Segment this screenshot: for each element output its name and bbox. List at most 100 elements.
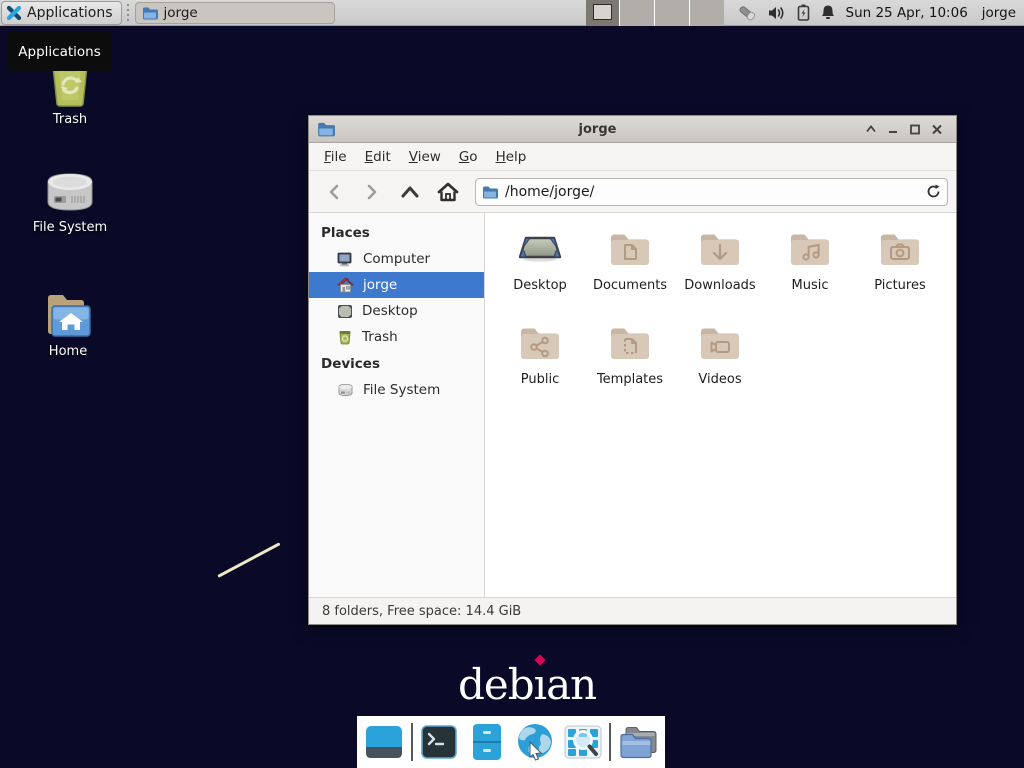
location-input[interactable]: /home/jorge/ — [505, 184, 919, 200]
file-label: Music — [792, 278, 829, 293]
window-content: Places Computer jorge — [309, 213, 956, 597]
sidebar-item-home-jorge[interactable]: jorge — [309, 272, 484, 298]
file-label: Public — [521, 372, 559, 387]
public-folder-icon — [516, 319, 564, 367]
home-button[interactable] — [431, 177, 465, 207]
menu-go[interactable]: Go — [450, 145, 487, 169]
application-finder-launcher[interactable] — [562, 720, 604, 764]
sidebar-item-computer[interactable]: Computer — [309, 246, 484, 272]
location-bar[interactable]: /home/jorge/ — [475, 178, 948, 206]
window-folder-icon — [317, 121, 335, 137]
close-button[interactable] — [926, 119, 948, 139]
show-desktop-icon — [365, 725, 403, 759]
file-icon-view[interactable]: Desktop Documents — [485, 213, 956, 597]
dock-separator — [609, 723, 611, 761]
file-item-videos[interactable]: Videos — [675, 319, 765, 405]
desktop-trash-label: Trash — [53, 112, 87, 127]
computer-icon — [337, 252, 354, 267]
videos-folder-icon — [696, 319, 744, 367]
web-browser-launcher[interactable] — [514, 720, 556, 764]
workspace-1[interactable] — [586, 0, 621, 26]
panel-separator-grip[interactable] — [125, 4, 132, 22]
places-sidebar: Places Computer jorge — [309, 213, 485, 597]
applications-icon — [6, 5, 22, 21]
home-folder-icon — [40, 290, 96, 340]
desktop-icon — [337, 304, 353, 319]
workspace-pager — [586, 0, 724, 26]
sidebar-item-desktop[interactable]: Desktop — [309, 298, 484, 324]
sidebar-item-trash[interactable]: Trash — [309, 324, 484, 350]
workspace-2[interactable] — [620, 0, 655, 26]
terminal-launcher[interactable] — [418, 720, 460, 764]
debian-logo-text-post: an — [546, 660, 596, 709]
file-label: Templates — [597, 372, 663, 387]
top-panel: Applications jorge — [0, 0, 1024, 26]
applications-tooltip: Applications — [7, 32, 112, 71]
templates-folder-icon — [606, 319, 654, 367]
globe-browser-icon — [515, 722, 555, 762]
maximize-button[interactable] — [904, 119, 926, 139]
show-desktop-button[interactable] — [363, 720, 405, 764]
desktop-home-icon[interactable]: Home — [13, 290, 123, 359]
file-item-templates[interactable]: Templates — [585, 319, 675, 405]
applications-menu-button[interactable]: Applications — [1, 1, 122, 25]
battery-charging-icon[interactable] — [797, 4, 810, 21]
menu-view[interactable]: View — [400, 145, 450, 169]
status-text: 8 folders, Free space: 14.4 GiB — [322, 604, 521, 619]
workspace-window-thumbnail — [593, 4, 612, 20]
file-label: Downloads — [684, 278, 755, 293]
menu-help[interactable]: Help — [487, 145, 536, 169]
file-label: Pictures — [874, 278, 925, 293]
reload-icon[interactable] — [926, 184, 941, 199]
system-tray — [736, 4, 836, 22]
file-item-documents[interactable]: Documents — [585, 225, 675, 311]
forward-button[interactable] — [355, 177, 389, 207]
desktop-scratch-artifact — [217, 542, 280, 578]
desktop-home-label: Home — [49, 344, 87, 359]
file-cabinet-icon — [472, 723, 502, 761]
folders-icon — [618, 724, 658, 760]
terminal-icon — [421, 725, 457, 759]
file-label: Desktop — [513, 278, 567, 293]
file-item-downloads[interactable]: Downloads — [675, 225, 765, 311]
trash-icon — [337, 329, 353, 345]
location-folder-icon — [482, 185, 498, 199]
back-button[interactable] — [317, 177, 351, 207]
file-item-music[interactable]: Music — [765, 225, 855, 311]
shade-button[interactable] — [860, 119, 882, 139]
file-item-desktop[interactable]: Desktop — [495, 225, 585, 311]
desktop-trapezoid-icon — [516, 225, 564, 273]
debian-logo: debıan — [458, 660, 596, 709]
window-menubar: File Edit View Go Help — [309, 143, 956, 171]
window-statusbar: 8 folders, Free space: 14.4 GiB — [309, 597, 956, 624]
sidebar-item-filesystem[interactable]: File System — [309, 377, 484, 403]
downloads-folder-icon — [696, 225, 744, 273]
input-device-icon[interactable] — [736, 4, 758, 22]
window-titlebar[interactable]: jorge — [309, 116, 956, 143]
devices-header: Devices — [309, 350, 484, 377]
window-toolbar: /home/jorge/ — [309, 171, 956, 213]
menu-edit[interactable]: Edit — [356, 145, 400, 169]
file-cabinet-launcher[interactable] — [466, 720, 508, 764]
file-item-pictures[interactable]: Pictures — [855, 225, 945, 311]
debian-logo-text-i: ı — [534, 660, 546, 709]
minimize-button[interactable] — [882, 119, 904, 139]
desktop-filesystem-icon[interactable]: File System — [15, 168, 125, 235]
up-button[interactable] — [393, 177, 427, 207]
panel-username[interactable]: jorge — [982, 5, 1016, 21]
notifications-bell-icon[interactable] — [820, 4, 836, 21]
app-finder-icon — [564, 725, 602, 759]
taskbar-window-button[interactable]: jorge — [135, 2, 335, 24]
panel-clock[interactable]: Sun 25 Apr, 10:06 — [846, 5, 968, 21]
menu-file[interactable]: File — [315, 145, 356, 169]
bottom-dock — [357, 716, 665, 768]
file-item-public[interactable]: Public — [495, 319, 585, 405]
file-manager-launcher[interactable] — [617, 720, 659, 764]
workspace-4[interactable] — [690, 0, 724, 26]
workspace-3[interactable] — [655, 0, 690, 26]
volume-icon[interactable] — [768, 5, 787, 21]
applications-menu-label: Applications — [27, 5, 113, 21]
folder-icon — [142, 6, 158, 20]
music-folder-icon — [786, 225, 834, 273]
taskbar-window-label: jorge — [164, 5, 198, 21]
